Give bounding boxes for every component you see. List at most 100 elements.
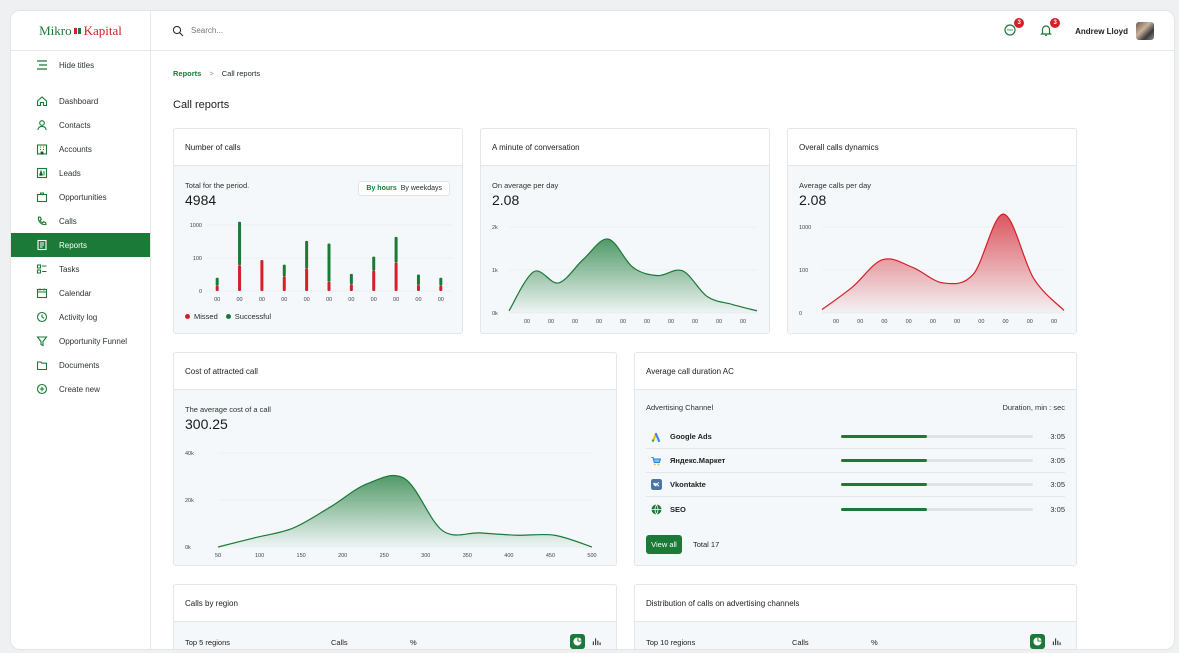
card-title: A minute of conversation	[481, 129, 769, 166]
by-weekdays-option[interactable]: By weekdays	[401, 185, 442, 192]
x-tick-label: 00	[978, 319, 984, 325]
notifications-button[interactable]: 3	[1039, 18, 1061, 39]
col-percent: %	[871, 637, 878, 647]
briefcase-icon	[35, 191, 49, 203]
bar-missed	[238, 265, 242, 291]
cost-attracted-card: Cost of attracted call The average cost …	[173, 352, 617, 566]
avatar[interactable]	[1136, 22, 1154, 40]
bar-successful	[416, 274, 420, 286]
brand-left: Mikro	[39, 22, 72, 38]
page-title: Call reports	[173, 99, 230, 111]
sidebar-item-contacts[interactable]: Contacts	[11, 113, 150, 137]
sidebar-item-label: Accounts	[59, 144, 92, 154]
area-fill	[822, 214, 1064, 313]
breadcrumb: Reports > Call reports	[173, 69, 260, 78]
duration-bar	[841, 483, 1033, 486]
x-tick-label: 00	[393, 297, 399, 303]
by-hours-option[interactable]: By hours	[366, 185, 396, 192]
bar-successful	[349, 273, 353, 285]
duration-bar	[841, 507, 1033, 511]
x-tick-label: 350	[463, 553, 472, 559]
view-all-button[interactable]: View all	[646, 535, 682, 554]
col-calls: Calls	[792, 637, 809, 647]
sidebar-item-label: Reports	[59, 240, 88, 250]
hide-titles-toggle[interactable]: Hide titles	[11, 51, 150, 79]
chart-legend: Missed Successful	[185, 312, 271, 321]
brand-flag-icon	[73, 27, 82, 35]
sidebar-item-opportunity-funnel[interactable]: Opportunity Funnel	[11, 329, 150, 353]
x-tick-label: 00	[1051, 319, 1057, 325]
bar-successful	[394, 236, 398, 263]
bar-missed	[416, 285, 420, 291]
x-tick-label: 150	[297, 553, 306, 559]
card-subtitle: The average cost of a call	[185, 405, 271, 414]
user-name[interactable]: Andrew Lloyd	[1075, 27, 1128, 36]
x-tick-label: 00	[304, 297, 310, 303]
funnel-icon	[35, 335, 49, 347]
y-tick-label: 0k	[185, 545, 191, 551]
x-tick-label: 00	[881, 319, 887, 325]
pie-view-button[interactable]	[570, 634, 585, 649]
report-icon	[35, 239, 49, 251]
missed-dot	[185, 314, 190, 319]
x-tick-label: 200	[338, 553, 347, 559]
sidebar-item-leads[interactable]: Leads	[11, 161, 150, 185]
bar-missed	[305, 268, 309, 291]
brand-logo[interactable]: Mikro Kapital	[11, 11, 150, 51]
sidebar-item-documents[interactable]: Documents	[11, 353, 150, 377]
bar-missed	[372, 270, 376, 291]
x-tick-label: 50	[215, 553, 221, 559]
duration-bar	[841, 459, 1033, 462]
x-tick-label: 00	[1027, 319, 1033, 325]
brand-right: Kapital	[83, 22, 122, 38]
x-tick-label: 00	[692, 319, 698, 325]
activity-icon	[35, 311, 49, 323]
y-tick-label: 20k	[185, 498, 194, 504]
y-tick-label: 1000	[799, 225, 811, 231]
dynamics-chart: 1000100000 00 00 00 00 00 00 00 00 00	[799, 213, 1065, 325]
chat-notifications-button[interactable]: 3	[1003, 18, 1025, 39]
breadcrumb-reports-link[interactable]: Reports	[173, 69, 201, 78]
x-tick-label: 100	[255, 553, 264, 559]
bar-view-button[interactable]	[589, 634, 604, 649]
vk-icon	[650, 479, 662, 491]
sidebar: Mikro Kapital Hide titles Dashboard Conta…	[11, 11, 151, 649]
card-title: Average call duration AC	[635, 353, 1076, 390]
search-box[interactable]	[151, 25, 391, 37]
sidebar-item-create-new[interactable]: Create new	[11, 377, 150, 401]
pie-chart-icon	[573, 637, 582, 646]
header-actions: 3 3 Andrew Lloyd	[1003, 11, 1154, 51]
x-tick-label: 00	[644, 319, 650, 325]
sidebar-item-label: Calendar	[59, 288, 92, 298]
x-tick-label: 00	[572, 319, 578, 325]
sidebar-item-opportunities[interactable]: Opportunities	[11, 185, 150, 209]
sidebar-item-accounts[interactable]: Accounts	[11, 137, 150, 161]
sidebar-item-reports[interactable]: Reports	[11, 233, 150, 257]
avg-duration-card: Average call duration AC Advertising Cha…	[634, 352, 1077, 566]
bar-view-button[interactable]	[1049, 634, 1064, 649]
x-tick-label: 500	[587, 553, 596, 559]
pie-view-button[interactable]	[1030, 634, 1045, 649]
col-duration: Duration, min : sec	[1002, 403, 1065, 412]
x-tick-label: 00	[259, 297, 265, 303]
sidebar-item-dashboard[interactable]: Dashboard	[11, 89, 150, 113]
distribution-card: Distribution of calls on advertising cha…	[634, 584, 1077, 649]
area-fill	[218, 475, 592, 547]
breadcrumb-separator: >	[209, 69, 214, 78]
sidebar-item-calls[interactable]: Calls	[11, 209, 150, 233]
channel-row: Vkontakte 3:05	[646, 473, 1065, 497]
sidebar-item-label: Tasks	[59, 264, 80, 274]
distribution-table-header: Top 10 regions Calls %	[646, 632, 1065, 649]
channel-name: Vkontakte	[670, 480, 706, 489]
channel-name: SEO	[670, 504, 686, 514]
x-tick-label: 00	[857, 319, 863, 325]
search-input[interactable]	[191, 26, 391, 35]
sidebar-item-label: Create new	[59, 384, 100, 394]
sidebar-item-tasks[interactable]: Tasks	[11, 257, 150, 281]
bar-successful	[305, 240, 309, 269]
sidebar-item-activity-log[interactable]: Activity log	[11, 305, 150, 329]
chat-badge: 3	[1014, 18, 1025, 28]
sidebar-item-calendar[interactable]: Calendar	[11, 281, 150, 305]
bar-missed	[215, 285, 219, 291]
breadcrumb-current: Call reports	[221, 69, 261, 78]
